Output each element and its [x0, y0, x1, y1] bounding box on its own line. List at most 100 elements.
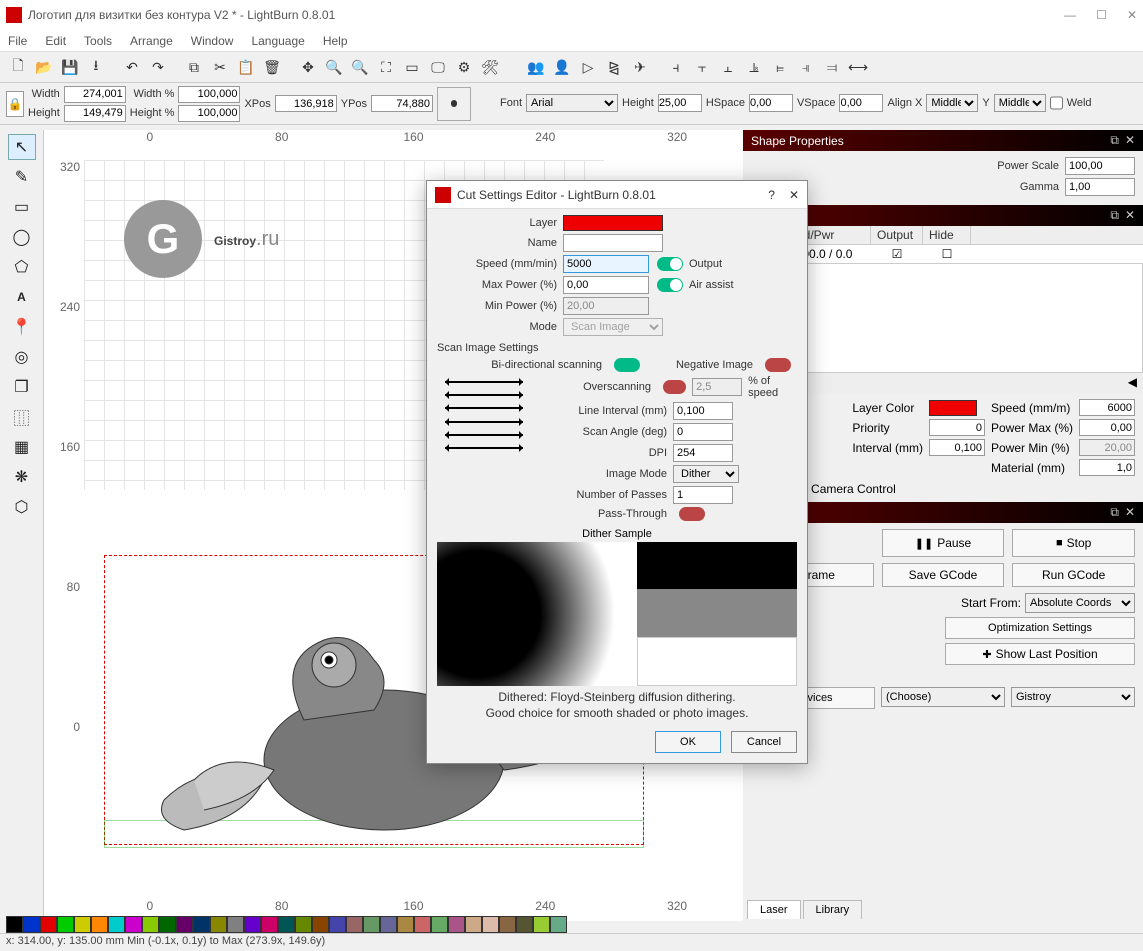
save-icon[interactable]: 💾	[58, 55, 82, 79]
node-tool-icon[interactable]: ⬡	[8, 494, 36, 520]
cut-icon[interactable]: ✂	[208, 55, 232, 79]
select-tool-icon[interactable]: ↖	[8, 134, 36, 160]
optimization-button[interactable]: Optimization Settings	[945, 617, 1135, 639]
palette-swatch[interactable]	[227, 916, 244, 933]
panel-close-icon[interactable]: ✕	[1125, 208, 1135, 223]
palette-swatch[interactable]	[448, 916, 465, 933]
palette-swatch[interactable]	[329, 916, 346, 933]
array-tool-icon[interactable]: ⿲	[8, 404, 36, 430]
camera-tab[interactable]: Camera Control	[811, 482, 896, 496]
palette-swatch[interactable]	[312, 916, 329, 933]
align-right-icon[interactable]: ⫠	[716, 55, 740, 79]
dlg-scanang-input[interactable]	[673, 423, 733, 441]
run-gcode-button[interactable]: Run GCode	[1012, 563, 1135, 587]
grid-tool-icon[interactable]: ▦	[8, 434, 36, 460]
paste-icon[interactable]: 📋	[234, 55, 258, 79]
palette-swatch[interactable]	[516, 916, 533, 933]
palette-swatch[interactable]	[159, 916, 176, 933]
settings-icon[interactable]: ⚙	[452, 55, 476, 79]
align-left-icon[interactable]: ⫞	[664, 55, 688, 79]
close-icon[interactable]: ✕	[1127, 8, 1137, 22]
marker-tool-icon[interactable]: 📍	[8, 314, 36, 340]
menu-edit[interactable]: Edit	[45, 34, 66, 48]
maximize-icon[interactable]: ☐	[1096, 8, 1107, 22]
undo-icon[interactable]: ↶	[120, 55, 144, 79]
vspace-input[interactable]	[839, 94, 883, 112]
minimize-icon[interactable]: —	[1064, 8, 1076, 22]
ellipse-tool-icon[interactable]: ◯	[8, 224, 36, 250]
copy-icon[interactable]: ⧉	[182, 55, 206, 79]
panel-float-icon[interactable]: ⧉	[1110, 208, 1119, 223]
menu-arrange[interactable]: Arrange	[130, 34, 173, 48]
path-tool-icon[interactable]: ◎	[8, 344, 36, 370]
power-scale-input[interactable]	[1065, 157, 1135, 175]
align-center-icon[interactable]: ⫟	[690, 55, 714, 79]
radial-tool-icon[interactable]: ❋	[8, 464, 36, 490]
palette-swatch[interactable]	[6, 916, 23, 933]
aligny-select[interactable]: Middle	[994, 94, 1046, 112]
align-top-icon[interactable]: ⫡	[742, 55, 766, 79]
dlg-dpi-input[interactable]	[673, 444, 733, 462]
ungroup-icon[interactable]: 👤	[550, 55, 574, 79]
palette-swatch[interactable]	[346, 916, 363, 933]
profile-select[interactable]: Gistroy	[1011, 687, 1135, 707]
zoom-out-icon[interactable]: 🔍	[348, 55, 372, 79]
palette-swatch[interactable]	[363, 916, 380, 933]
alignx-select[interactable]: Middle	[926, 94, 978, 112]
pmax-input[interactable]	[1079, 419, 1135, 436]
palette-swatch[interactable]	[244, 916, 261, 933]
redo-icon[interactable]: ↷	[146, 55, 170, 79]
palette-swatch[interactable]	[57, 916, 74, 933]
spacing-icon[interactable]: ⟷	[846, 55, 870, 79]
distribute-icon[interactable]: ⫤	[820, 55, 844, 79]
dlg-output-toggle[interactable]	[657, 257, 683, 271]
weld-checkbox[interactable]	[1050, 94, 1063, 112]
panel-close-icon[interactable]: ✕	[1125, 505, 1135, 520]
preview-icon[interactable]: 🖵	[426, 55, 450, 79]
palette-swatch[interactable]	[142, 916, 159, 933]
lock-aspect-icon[interactable]: 🔒	[6, 91, 24, 117]
pan-icon[interactable]: ✥	[296, 55, 320, 79]
palette-swatch[interactable]	[465, 916, 482, 933]
tab-laser[interactable]: Laser	[747, 900, 801, 919]
dialog-help-icon[interactable]: ?	[768, 188, 775, 202]
import-icon[interactable]: ⭳	[84, 55, 108, 79]
send-icon[interactable]: ✈	[628, 55, 652, 79]
fheight-input[interactable]	[658, 94, 702, 112]
dialog-ok-button[interactable]: OK	[655, 731, 721, 753]
devicesettings-icon[interactable]: 🛠	[478, 55, 502, 79]
palette-swatch[interactable]	[210, 916, 227, 933]
hspace-input[interactable]	[749, 94, 793, 112]
palette-swatch[interactable]	[414, 916, 431, 933]
rect-tool-icon[interactable]: ▭	[8, 194, 36, 220]
palette-swatch[interactable]	[278, 916, 295, 933]
palette-swatch[interactable]	[431, 916, 448, 933]
palette-swatch[interactable]	[482, 916, 499, 933]
dlg-name-input[interactable]	[563, 234, 663, 252]
save-gcode-button[interactable]: Save GCode	[882, 563, 1005, 587]
start-from-select[interactable]: Absolute Coords	[1025, 593, 1135, 613]
xpos-input[interactable]	[275, 95, 337, 112]
pen-tool-icon[interactable]: ✎	[8, 164, 36, 190]
panel-float-icon[interactable]: ⧉	[1110, 133, 1119, 148]
pause-button[interactable]: ❚❚ Pause	[882, 529, 1005, 557]
menu-tools[interactable]: Tools	[84, 34, 112, 48]
tab-library[interactable]: Library	[803, 900, 863, 919]
palette-swatch[interactable]	[261, 916, 278, 933]
frame-icon[interactable]: ▭	[400, 55, 424, 79]
open-icon[interactable]: 📂	[32, 55, 56, 79]
menu-window[interactable]: Window	[191, 34, 234, 48]
palette-swatch[interactable]	[176, 916, 193, 933]
dlg-air-toggle[interactable]	[657, 278, 683, 292]
text-tool-icon[interactable]: A	[8, 284, 36, 310]
palette-swatch[interactable]	[108, 916, 125, 933]
zoom-fit-icon[interactable]: ⛶	[374, 55, 398, 79]
width-input[interactable]	[64, 86, 126, 103]
palette-swatch[interactable]	[91, 916, 108, 933]
height-input[interactable]	[64, 105, 126, 122]
stop-button[interactable]: ■ Stop	[1012, 529, 1135, 557]
palette-swatch[interactable]	[499, 916, 516, 933]
palette-swatch[interactable]	[295, 916, 312, 933]
dlg-imgmode-select[interactable]: Dither	[673, 465, 739, 483]
material-input[interactable]	[1079, 459, 1135, 476]
